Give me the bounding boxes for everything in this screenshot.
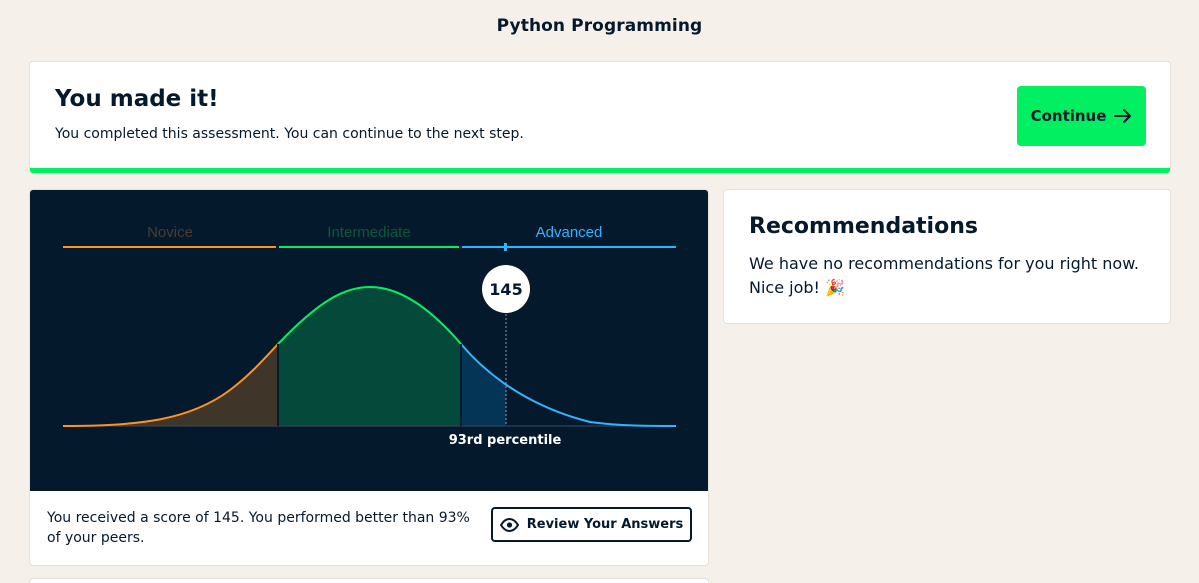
- completion-banner: You made it! You completed this assessme…: [29, 61, 1171, 174]
- banner-heading: You made it!: [55, 86, 219, 112]
- level-label-intermediate: Intermediate: [327, 224, 410, 241]
- recommendations-body: We have no recommendations for you right…: [749, 254, 1139, 297]
- level-label-novice: Novice: [147, 224, 193, 241]
- next-card-edge: [29, 578, 709, 583]
- arrow-right-icon: [1114, 109, 1132, 123]
- continue-button[interactable]: Continue: [1017, 86, 1146, 146]
- page-title: Python Programming: [496, 16, 703, 36]
- recommendations-title: Recommendations: [749, 214, 978, 239]
- level-label-advanced: Advanced: [536, 224, 603, 241]
- score-distribution-chart: Novice Intermediate Advanced 145 93rd pe…: [30, 190, 708, 491]
- score-card: Novice Intermediate Advanced 145 93rd pe…: [29, 189, 709, 566]
- advanced-region: [461, 344, 506, 426]
- intermediate-region: [278, 287, 461, 426]
- continue-label: Continue: [1030, 107, 1107, 125]
- banner-subtitle: You completed this assessment. You can c…: [55, 126, 524, 142]
- score-value: 145: [489, 280, 522, 299]
- recommendations-card: Recommendations We have no recommendatio…: [723, 189, 1171, 324]
- score-summary: You received a score of 145. You perform…: [47, 510, 470, 546]
- review-answers-label: Review Your Answers: [526, 517, 684, 532]
- percentile-label: 93rd percentile: [449, 433, 562, 448]
- novice-region: [63, 344, 278, 426]
- eye-icon: [499, 517, 519, 532]
- review-answers-button[interactable]: Review Your Answers: [491, 507, 692, 542]
- score-tick: [504, 243, 507, 251]
